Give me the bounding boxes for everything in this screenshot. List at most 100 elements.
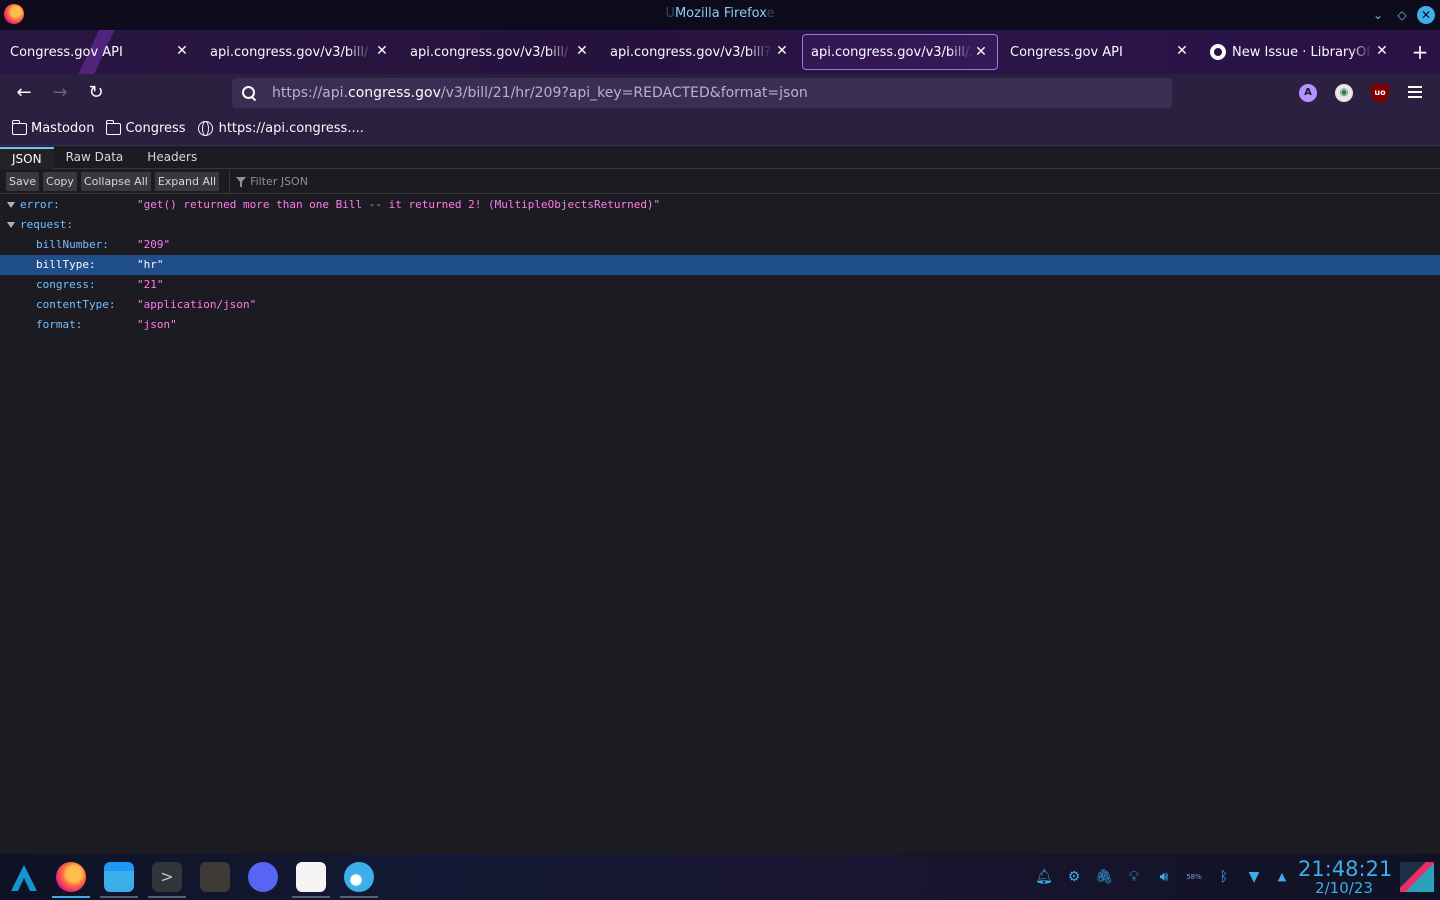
tab-close-icon[interactable]: ✕ — [1174, 43, 1190, 59]
tab-json[interactable]: JSON — [0, 147, 54, 169]
collapse-all-button[interactable]: Collapse All — [80, 172, 151, 191]
tab-close-icon[interactable]: ✕ — [174, 43, 190, 59]
filter-icon — [236, 176, 247, 187]
digital-clock[interactable]: 21:48:21 2/10/23 — [1298, 857, 1393, 896]
tab-label: api.congress.gov/v3/bill?ap — [610, 44, 772, 60]
json-toolbar: Save Copy Collapse All Expand All Filter… — [0, 169, 1440, 194]
json-row-billType[interactable]: billType: "hr" — [0, 255, 1440, 275]
tab-close-icon[interactable]: ✕ — [774, 43, 790, 59]
json-value: "hr" — [137, 258, 164, 271]
github-icon — [1210, 44, 1226, 60]
json-row-error[interactable]: error: "get() returned more than one Bil… — [0, 195, 1440, 215]
battery-icon[interactable]: 58% — [1183, 868, 1205, 886]
gimp-icon[interactable] — [200, 862, 230, 892]
json-key: billType: — [36, 258, 96, 271]
json-row-request[interactable]: request: — [0, 215, 1440, 235]
tab-congress-api-1[interactable]: Congress.gov API ✕ — [2, 34, 198, 70]
tab-github-new-issue[interactable]: New Issue · LibraryOfC ✕ — [1202, 34, 1398, 70]
folder-icon — [106, 119, 122, 135]
new-tab-button[interactable]: + — [1408, 38, 1432, 66]
json-key: request: — [20, 218, 73, 231]
url-text[interactable]: https://api.congress.gov/v3/bill/21/hr/2… — [272, 85, 808, 101]
url-host: congress.gov — [348, 85, 441, 101]
tab-headers[interactable]: Headers — [135, 147, 209, 169]
ublock-origin-icon[interactable]: uo — [1371, 84, 1389, 102]
save-button[interactable]: Save — [6, 172, 40, 191]
account-icon[interactable]: A — [1299, 84, 1317, 102]
tab-label: api.congress.gov/v3/bill/1 — [410, 44, 572, 60]
close-window-button[interactable]: ✕ — [1417, 6, 1435, 24]
url-prefix: https://api. — [272, 85, 348, 101]
show-desktop-button[interactable] — [1400, 862, 1434, 892]
search-icon — [242, 86, 256, 100]
tab-congress-api-2[interactable]: Congress.gov API ✕ — [1002, 34, 1198, 70]
expand-twisty-icon[interactable] — [7, 222, 15, 228]
navigation-bar: ← → ↻ https://api.congress.gov/v3/bill/2… — [0, 74, 1440, 112]
json-key: congress: — [36, 278, 96, 291]
lightbulb-icon[interactable]: 💡︎ — [1125, 868, 1143, 886]
json-value: "209" — [137, 238, 171, 251]
tab-bill-2[interactable]: api.congress.gov/v3/bill/1 ✕ — [402, 34, 598, 70]
tab-label: New Issue · LibraryOfC — [1232, 44, 1372, 60]
inkscape-icon[interactable] — [292, 862, 330, 898]
back-arrow-icon[interactable]: ← — [12, 81, 36, 105]
tab-close-icon[interactable]: ✕ — [374, 43, 390, 59]
title-suffix-faded: e — [766, 6, 775, 21]
clock-time: 21:48:21 — [1298, 857, 1393, 881]
tab-close-icon[interactable]: ✕ — [1374, 43, 1390, 59]
url-bar[interactable]: https://api.congress.gov/v3/bill/21/hr/2… — [232, 78, 1172, 108]
minimize-button[interactable]: ⌄ — [1369, 6, 1387, 24]
expand-all-button[interactable]: Expand All — [154, 172, 220, 191]
file-manager-icon[interactable] — [100, 862, 138, 898]
bookmark-label: Mastodon — [31, 121, 95, 136]
app-launcher-icon[interactable] — [8, 862, 40, 894]
tab-raw-data[interactable]: Raw Data — [54, 147, 136, 169]
tab-label: Congress.gov API — [10, 44, 123, 60]
folder-icon — [12, 119, 27, 135]
json-row-billNumber[interactable]: billNumber: "209" — [0, 235, 1440, 255]
bookmark-link-api-congress[interactable]: https://api.congress.... — [197, 121, 364, 136]
terminal-icon[interactable]: > — [148, 862, 186, 898]
copy-button[interactable]: Copy — [43, 172, 77, 191]
notifications-bell-icon[interactable]: 🔔︎ — [1035, 868, 1053, 886]
json-row-contentType[interactable]: contentType: "application/json" — [0, 295, 1440, 315]
json-row-congress[interactable]: congress: "21" — [0, 275, 1440, 295]
bluetooth-icon[interactable]: ᛒ — [1215, 868, 1233, 886]
maximize-button[interactable]: ◇ — [1393, 6, 1411, 24]
filter-json-input[interactable]: Filter JSON — [229, 169, 308, 194]
bookmark-folder-congress[interactable]: Congress — [106, 119, 186, 136]
forward-arrow-icon[interactable]: → — [48, 81, 72, 105]
hamburger-menu-icon[interactable] — [1408, 86, 1422, 98]
json-value: "21" — [137, 278, 164, 291]
settings-gear-icon[interactable]: ⚙ — [1065, 868, 1083, 886]
json-key: format: — [36, 318, 83, 331]
json-value: "json" — [137, 318, 177, 331]
wifi-icon[interactable]: ▼ — [1245, 868, 1263, 886]
tab-bill-active[interactable]: api.congress.gov/v3/bill/2 ✕ — [802, 34, 998, 70]
window-title: UMozilla Firefoxe — [0, 6, 1440, 21]
expand-twisty-icon[interactable] — [7, 202, 15, 208]
bookmark-label: https://api.congress.... — [218, 121, 364, 136]
privacy-badger-icon[interactable]: ◉ — [1335, 84, 1353, 102]
tab-label: api.congress.gov/v3/bill/2 — [811, 44, 973, 60]
clipboard-paperclip-icon[interactable]: 🖇︎ — [1095, 868, 1113, 886]
json-key: error: — [20, 198, 60, 211]
tab-bill-query[interactable]: api.congress.gov/v3/bill?ap ✕ — [602, 34, 798, 70]
web-browser-app-icon[interactable] — [340, 862, 378, 898]
json-tree: error: "get() returned more than one Bil… — [0, 195, 1440, 335]
firefox-taskbar-icon[interactable] — [52, 862, 90, 898]
filter-placeholder: Filter JSON — [250, 175, 308, 188]
bookmark-label: Congress — [125, 121, 186, 136]
tab-close-icon[interactable]: ✕ — [574, 43, 590, 59]
volume-icon[interactable]: 🔊︎ — [1155, 868, 1173, 886]
json-row-format[interactable]: format: "json" — [0, 315, 1440, 335]
tray-expand-chevron-icon[interactable]: ▲ — [1273, 868, 1291, 886]
window-title-text: Mozilla Firefox — [674, 6, 767, 21]
tab-bill-1[interactable]: api.congress.gov/v3/bill/1 ✕ — [202, 34, 398, 70]
tab-label: api.congress.gov/v3/bill/1 — [210, 44, 372, 60]
bookmark-folder-mastodon[interactable]: Mastodon — [12, 119, 95, 136]
tab-close-icon[interactable]: ✕ — [973, 44, 989, 60]
reload-icon[interactable]: ↻ — [84, 81, 108, 105]
tab-label: Congress.gov API — [1010, 44, 1123, 60]
discord-icon[interactable] — [248, 862, 278, 892]
